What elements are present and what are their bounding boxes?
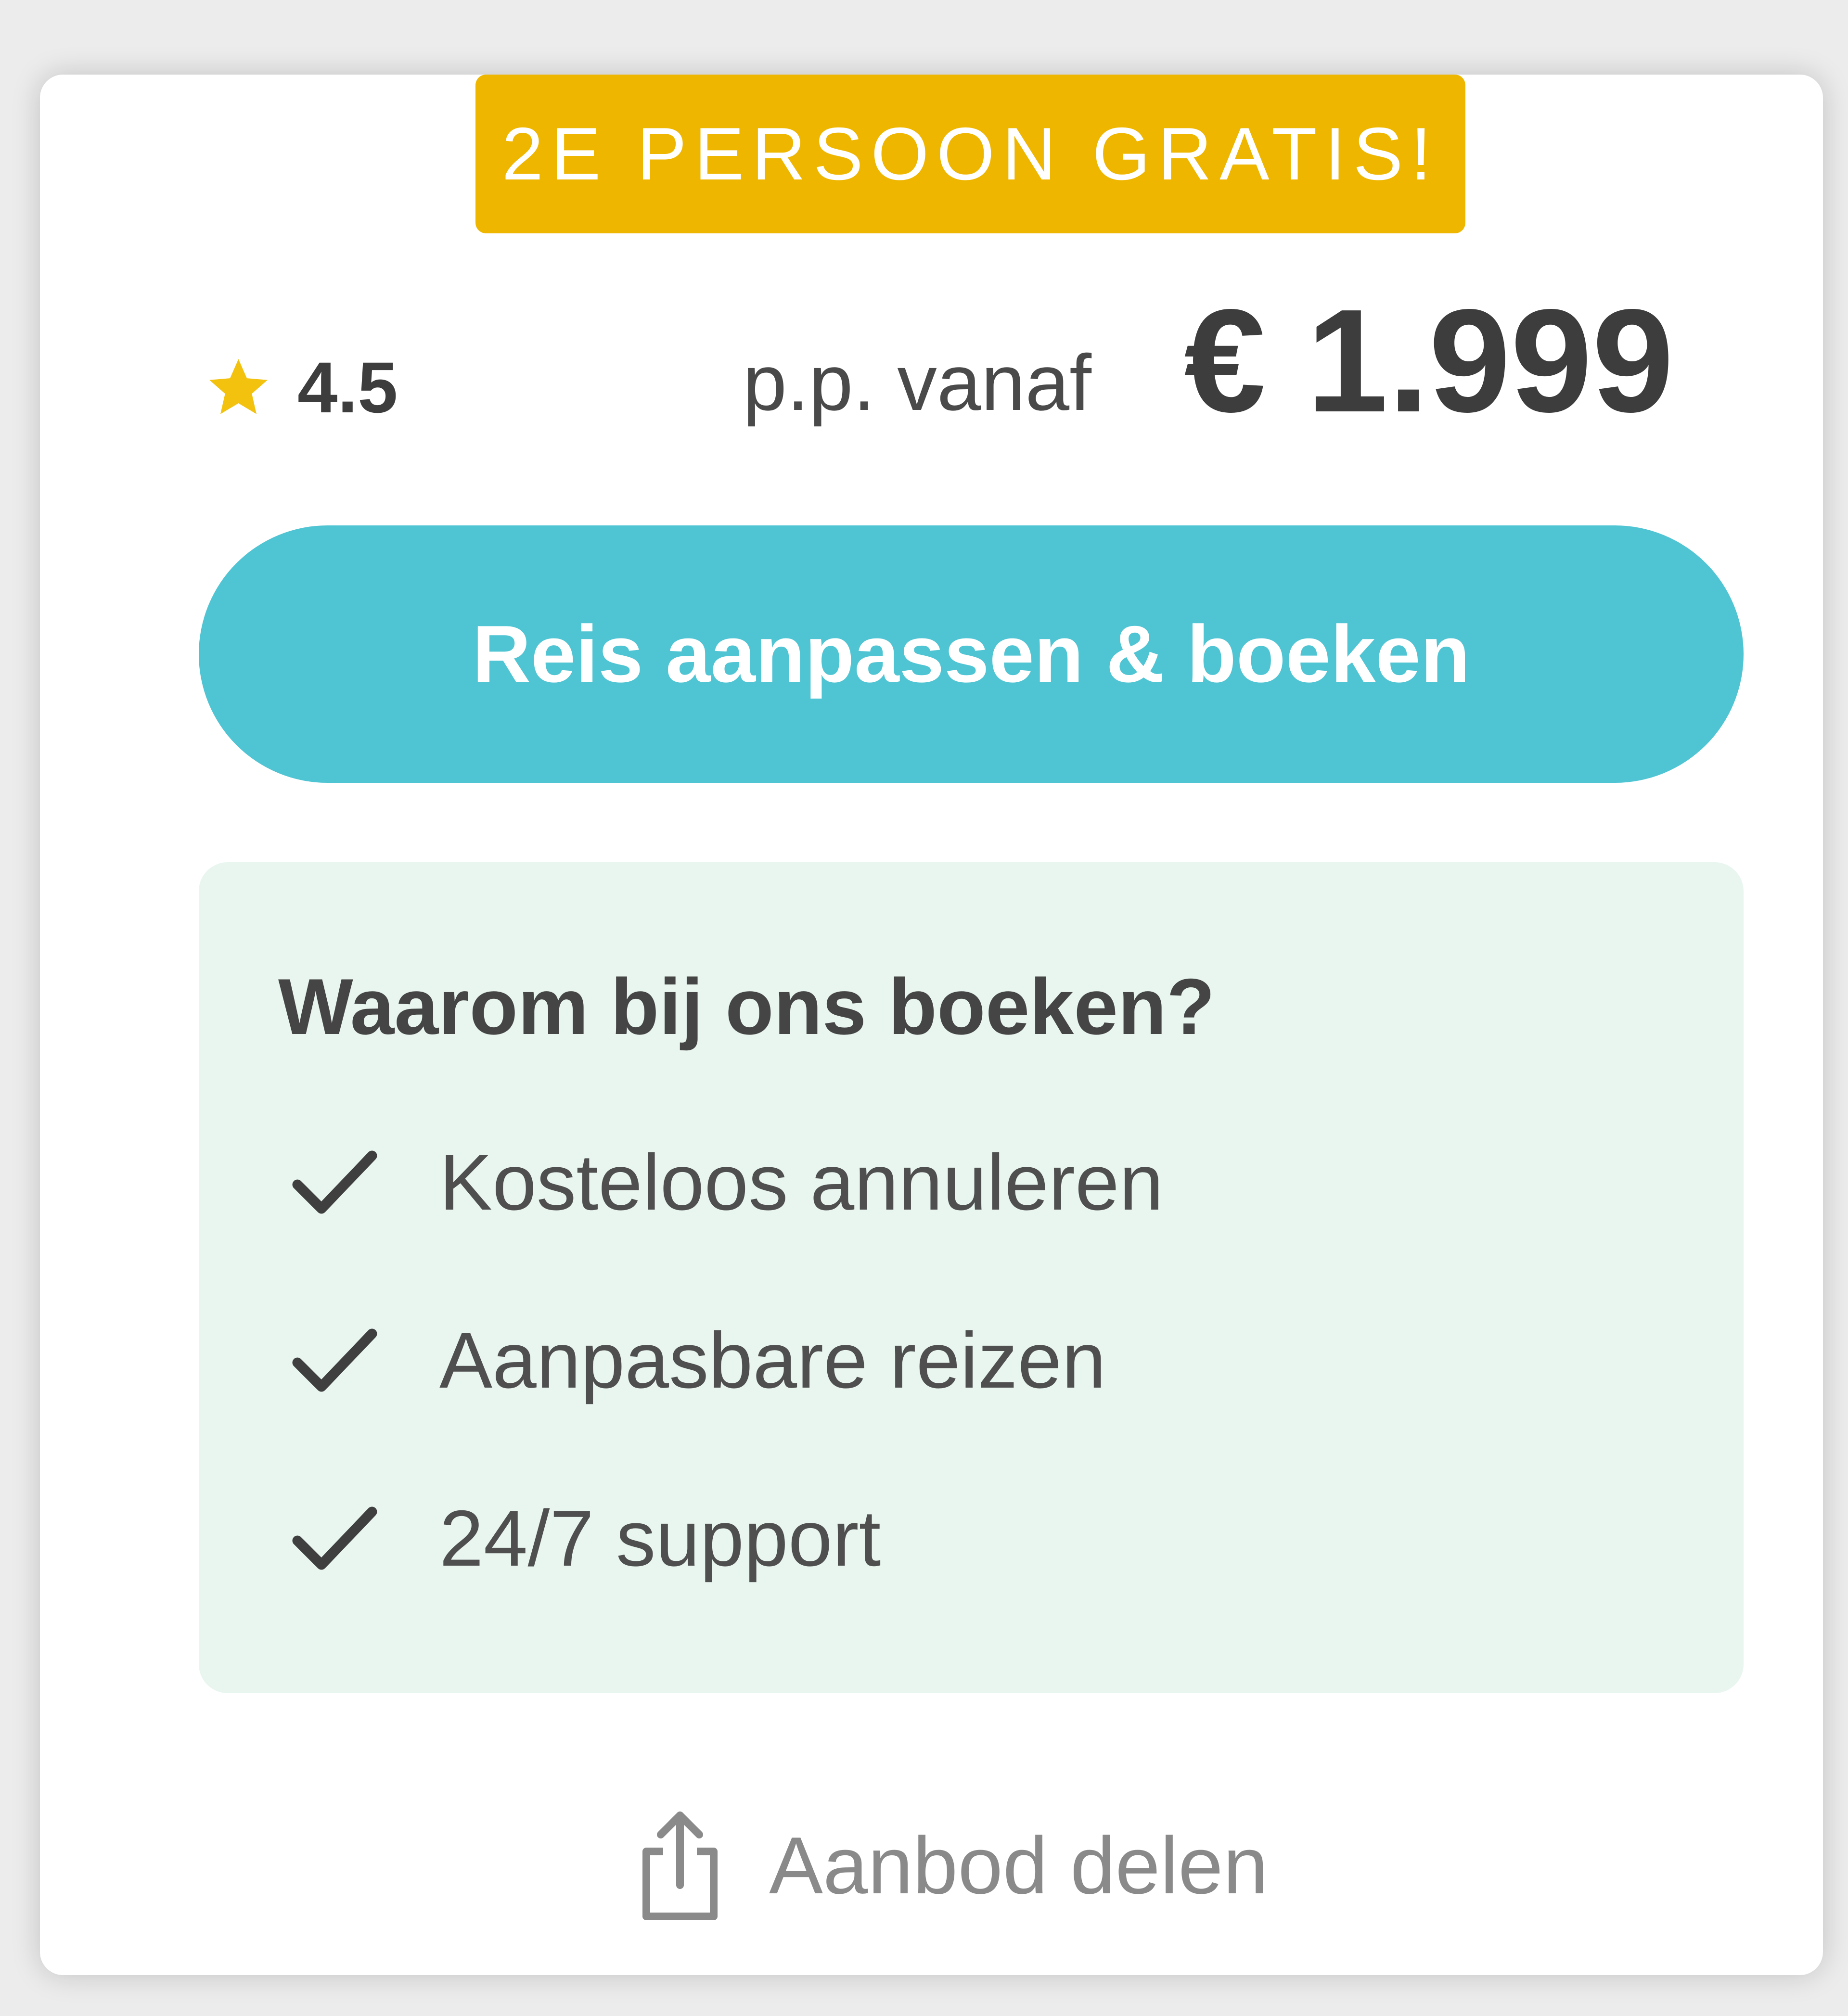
share-offer-link[interactable]: Aanbod delen — [637, 1804, 1268, 1927]
star-icon — [204, 353, 273, 422]
check-icon — [290, 1146, 379, 1218]
usp-title: Waarom bij ons boeken? — [278, 962, 1215, 1051]
usp-item-label: Aanpasbare reizen — [439, 1315, 1106, 1404]
book-button[interactable]: Reis aanpassen & boeken — [199, 525, 1744, 783]
rating: 4.5 — [204, 344, 398, 431]
usp-item-label: 24/7 support — [439, 1493, 881, 1582]
rating-value: 4.5 — [297, 346, 398, 428]
check-icon — [290, 1324, 379, 1396]
share-offer-label: Aanbod delen — [769, 1820, 1268, 1911]
check-icon — [290, 1502, 379, 1574]
usp-box: Waarom bij ons boeken? Kosteloos annuler… — [199, 862, 1744, 1693]
usp-item: Aanpasbare reizen — [290, 1307, 1106, 1413]
offer-card: 2E PERSOON GRATIS! 4.5 p.p. vanaf € 1.99… — [40, 75, 1823, 1975]
promo-badge: 2E PERSOON GRATIS! — [475, 75, 1465, 233]
share-icon — [637, 1808, 723, 1924]
price-value: € 1.999 — [1184, 279, 1674, 443]
price-label: p.p. vanaf — [743, 338, 1091, 427]
book-button-label: Reis aanpassen & boeken — [472, 609, 1470, 699]
usp-item: Kosteloos annuleren — [290, 1129, 1163, 1235]
usp-item: 24/7 support — [290, 1485, 881, 1591]
promo-badge-label: 2E PERSOON GRATIS! — [501, 112, 1439, 195]
usp-item-label: Kosteloos annuleren — [439, 1137, 1164, 1226]
